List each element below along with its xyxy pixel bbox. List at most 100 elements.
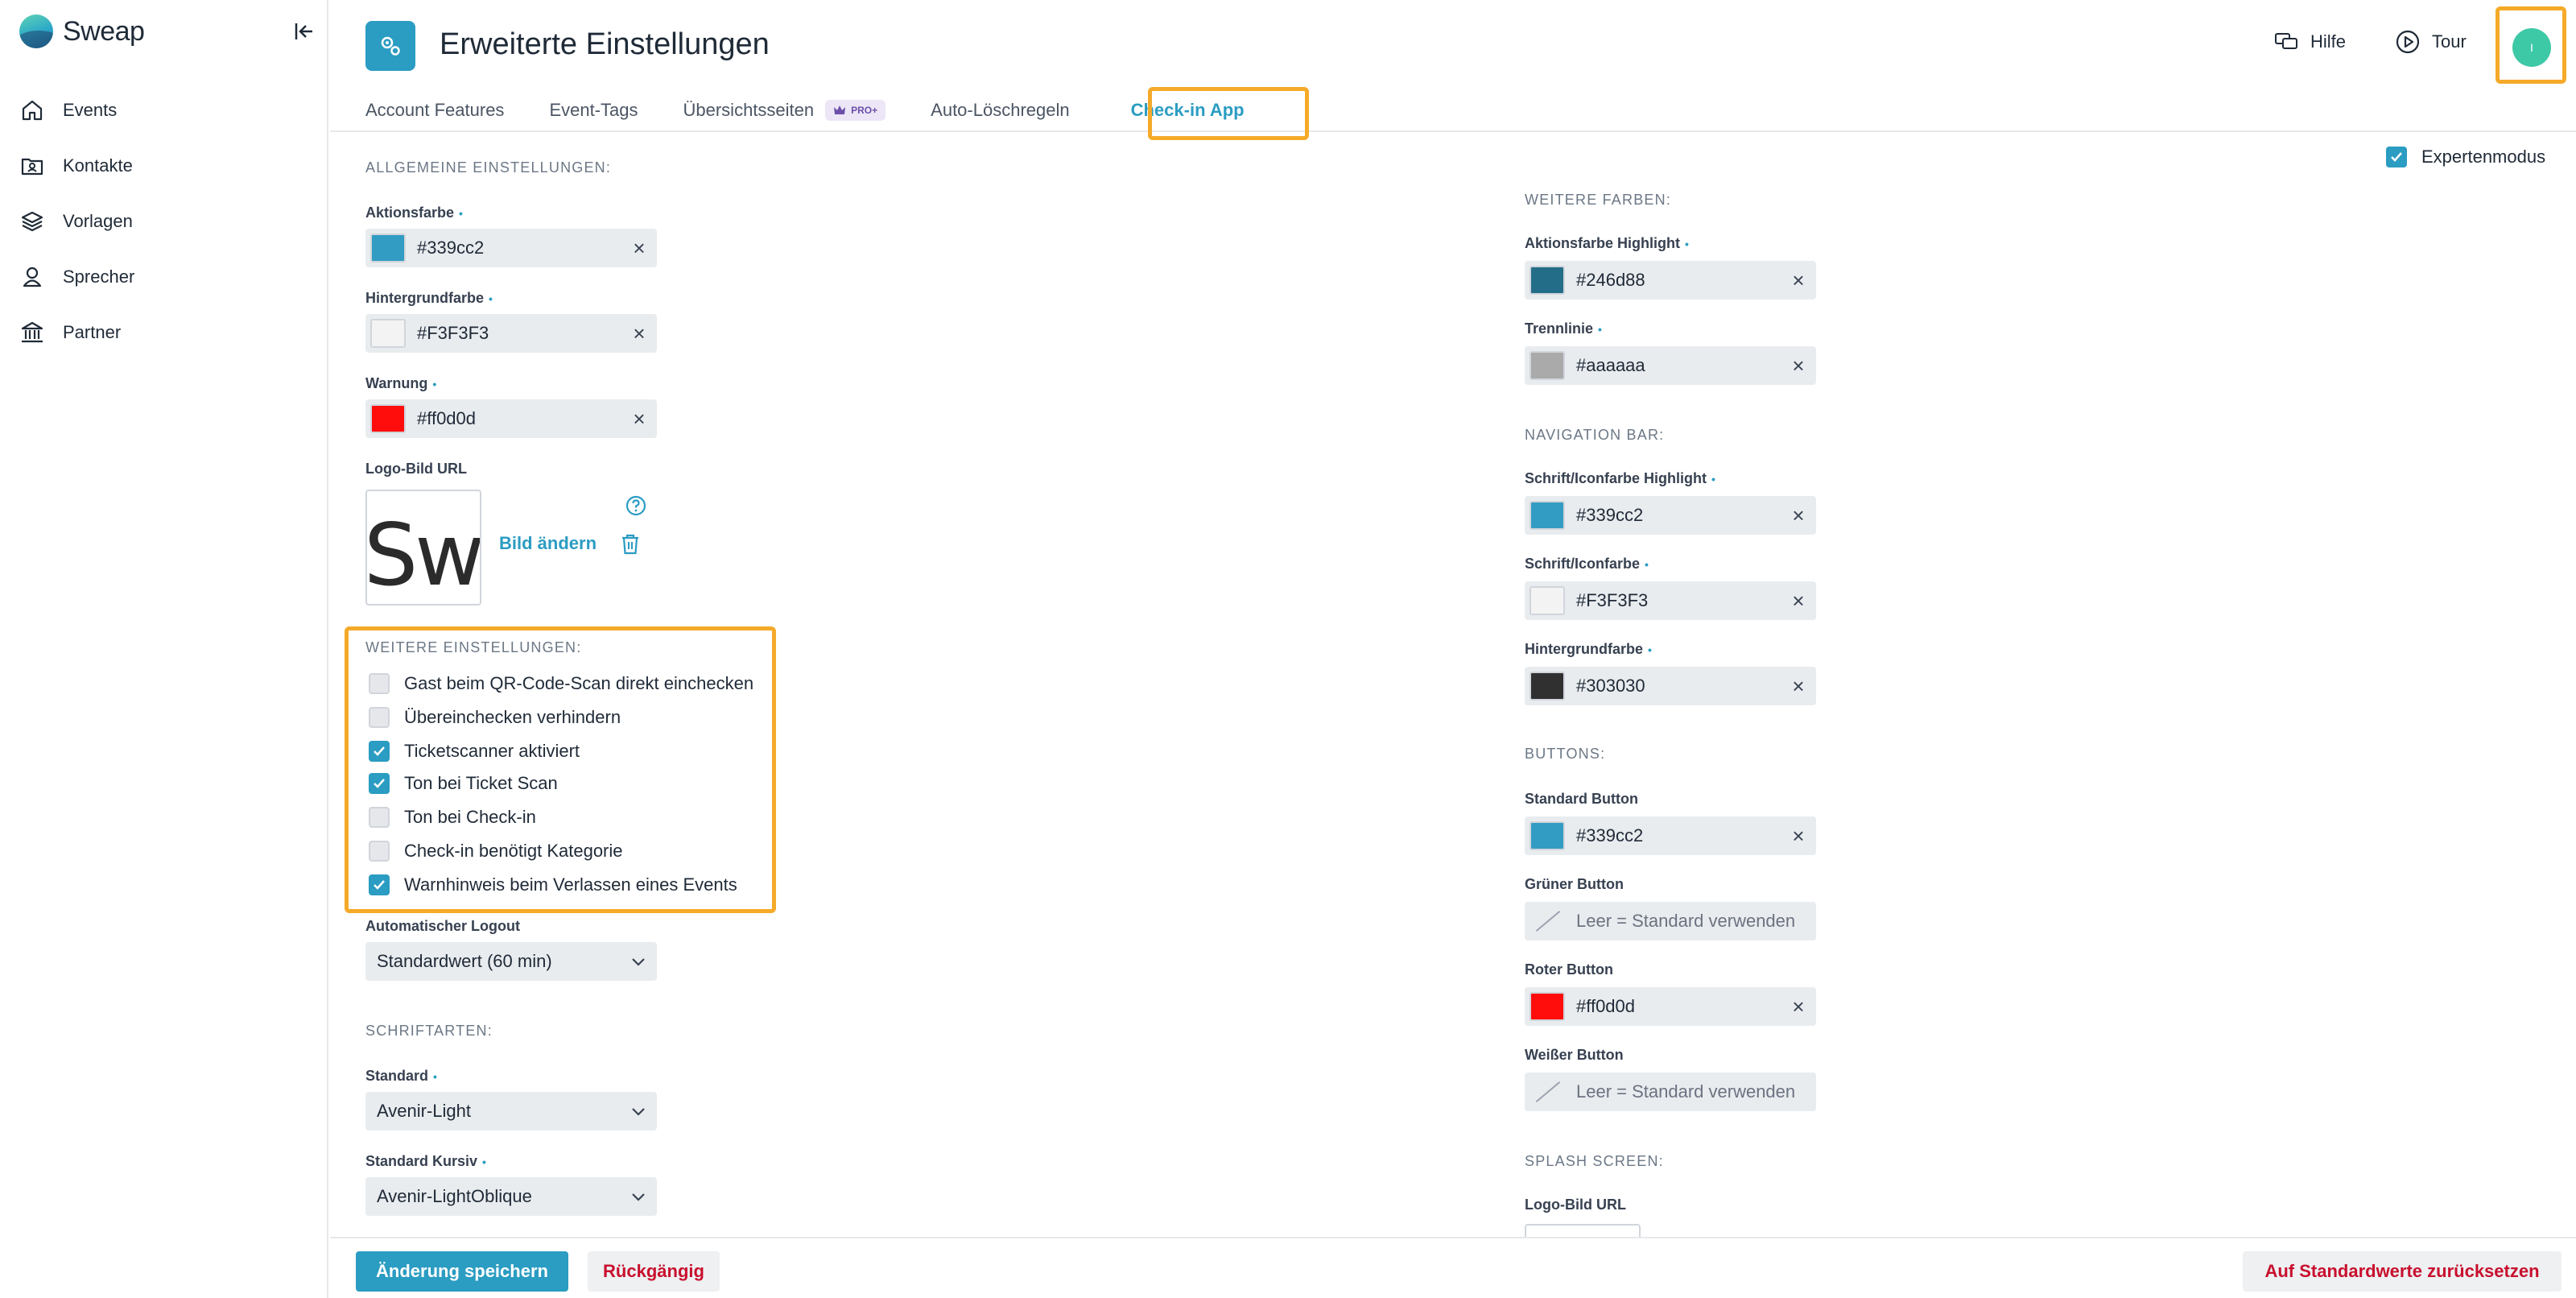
font-italic-select[interactable]: Avenir-LightOblique [365,1177,657,1216]
expert-mode-checkbox[interactable] [2386,147,2407,167]
warnung-field[interactable]: #ff0d0d × [365,399,657,438]
label-text: Aktionsfarbe Highlight [1525,235,1680,251]
reset-defaults-button[interactable]: Auf Standardwerte zurücksetzen [2243,1251,2562,1292]
checkbox[interactable] [369,807,390,828]
color-swatch[interactable] [1530,351,1565,380]
color-value[interactable]: #ff0d0d [1576,996,1781,1017]
sidebar-item-kontakte[interactable]: Kontakte [19,138,134,193]
color-swatch[interactable] [370,404,406,433]
checkbox[interactable] [369,773,390,794]
clear-icon[interactable]: × [1781,824,1816,849]
clear-icon[interactable]: × [1781,268,1816,293]
clear-icon[interactable]: × [1781,589,1816,614]
color-swatch[interactable] [1530,266,1565,295]
color-swatch[interactable] [1530,672,1565,701]
check-icon [374,880,385,890]
color-value[interactable]: #aaaaaa [1576,355,1781,376]
hintergrundfarbe-field[interactable]: #F3F3F3 × [365,314,657,353]
sidebar-item-label: Sprecher [63,266,135,287]
color-swatch[interactable] [1530,821,1565,850]
checkbox[interactable] [369,841,390,862]
checkbox-leave-event-warning[interactable]: Warnhinweis beim Verlassen eines Events [369,874,737,895]
help-button[interactable]: Hilfe [2273,29,2346,55]
sidebar-item-partner[interactable]: Partner [19,304,134,360]
btn-standard-field[interactable]: #339cc2 × [1525,816,1816,855]
color-swatch[interactable] [370,234,406,262]
color-swatch[interactable] [1530,992,1565,1021]
color-swatch[interactable] [1530,501,1565,530]
color-value[interactable]: #ff0d0d [417,408,621,429]
tab-uebersichtsseiten[interactable]: Übersichtsseiten PRO+ [683,89,886,132]
color-placeholder[interactable]: Leer = Standard verwenden [1576,1081,1816,1102]
checkbox-ticketscanner[interactable]: Ticketscanner aktiviert [369,741,580,762]
buttons-title: BUTTONS: [1525,746,1606,762]
btn-red-field[interactable]: #ff0d0d × [1525,987,1816,1026]
label-text: Warnung [365,375,428,391]
color-value[interactable]: #339cc2 [1576,505,1781,526]
empty-color-swatch[interactable] [1530,907,1565,936]
checkbox[interactable] [369,673,390,694]
sidebar-item-vorlagen[interactable]: Vorlagen [19,193,134,249]
color-value[interactable]: #303030 [1576,676,1781,697]
color-value[interactable]: #F3F3F3 [1576,590,1781,611]
contacts-icon [21,158,43,175]
trennlinie-field[interactable]: #aaaaaa × [1525,346,1816,385]
undo-button[interactable]: Rückgängig [588,1251,720,1292]
clear-icon[interactable]: × [1781,353,1816,378]
checkbox-sound-checkin[interactable]: Ton bei Check-in [369,807,536,828]
color-swatch[interactable] [370,319,406,348]
aktionsfarbe-field[interactable]: #339cc2 × [365,229,657,267]
check-icon [374,779,385,788]
btn-white-field[interactable]: Leer = Standard verwenden [1525,1073,1816,1111]
color-value[interactable]: #339cc2 [1576,825,1781,846]
checkbox[interactable] [369,874,390,895]
clear-icon[interactable]: × [1781,994,1816,1019]
help-label: Hilfe [2310,31,2347,52]
label-text: Hintergrundfarbe [365,290,485,306]
nav-highlight-field[interactable]: #339cc2 × [1525,496,1816,535]
select-value: Avenir-LightOblique [377,1186,532,1206]
color-value[interactable]: #246d88 [1576,270,1781,291]
nav-bg-field[interactable]: #303030 × [1525,667,1816,705]
checkbox[interactable] [369,707,390,728]
app-logo[interactable]: Sweap [19,14,145,48]
checkbox[interactable] [369,741,390,762]
empty-color-swatch[interactable] [1530,1077,1565,1106]
label-text: Schrift/Iconfarbe Highlight [1525,470,1707,486]
color-value[interactable]: #339cc2 [417,238,621,258]
save-button[interactable]: Änderung speichern [356,1251,568,1292]
tour-button[interactable]: Tour [2395,29,2467,55]
collapse-sidebar-icon[interactable] [291,19,316,43]
clear-icon[interactable]: × [1781,503,1816,528]
avatar[interactable]: I [2512,28,2551,67]
tab-label: Event-Tags [549,100,638,120]
clear-icon[interactable]: × [621,236,657,261]
color-value[interactable]: #F3F3F3 [417,323,621,344]
expert-mode-toggle[interactable]: Expertenmodus [2386,147,2545,167]
help-circle-icon[interactable] [625,494,647,521]
action-highlight-field[interactable]: #246d88 × [1525,261,1816,300]
sidebar-nav: Events Kontakte Vorlagen Sprecher Partne… [19,82,134,360]
sidebar-item-sprecher[interactable]: Sprecher [19,249,134,304]
tab-auto-loeschregeln[interactable]: Auto-Löschregeln [931,89,1069,132]
clear-icon[interactable]: × [1781,674,1816,699]
font-standard-select[interactable]: Avenir-Light [365,1092,657,1131]
auto-logout-select[interactable]: Standardwert (60 min) [365,942,657,981]
nav-font-field[interactable]: #F3F3F3 × [1525,581,1816,620]
sidebar-item-events[interactable]: Events [19,82,134,138]
color-swatch[interactable] [1530,586,1565,615]
clear-icon[interactable]: × [621,321,657,346]
tab-account-features[interactable]: Account Features [365,89,504,132]
clear-icon[interactable]: × [621,407,657,432]
btn-green-field[interactable]: Leer = Standard verwenden [1525,902,1816,940]
checkbox-checkin-requires-category[interactable]: Check-in benötigt Kategorie [369,841,623,862]
trash-icon[interactable] [620,533,641,560]
color-placeholder[interactable]: Leer = Standard verwenden [1576,911,1816,932]
splash-logo-preview [1525,1224,1641,1237]
change-image-button[interactable]: Bild ändern [499,533,597,554]
tab-event-tags[interactable]: Event-Tags [549,89,638,132]
checkbox-qr-direct-checkin[interactable]: Gast beim QR-Code-Scan direkt einchecken [369,673,753,694]
checkbox-prevent-overcheckin[interactable]: Übereinchecken verhindern [369,707,621,728]
label-text: Standard [365,1068,429,1084]
checkbox-sound-ticket-scan[interactable]: Ton bei Ticket Scan [369,773,558,794]
